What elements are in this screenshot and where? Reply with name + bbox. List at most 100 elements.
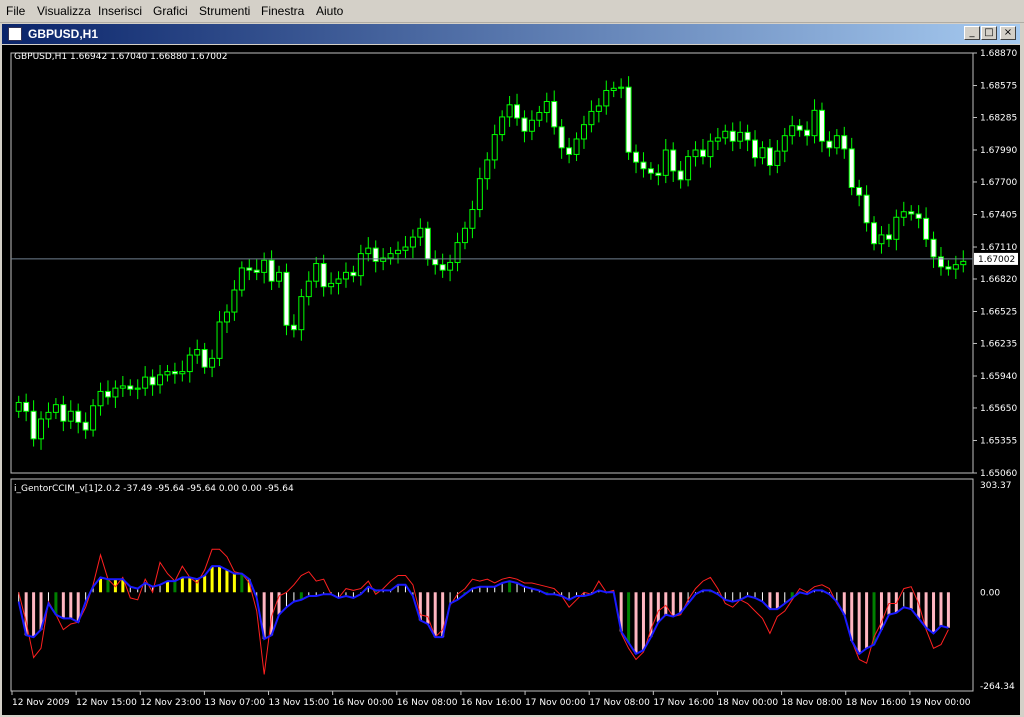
candle-body <box>194 349 201 356</box>
time-label: 12 Nov 2009 <box>12 698 70 708</box>
histogram-bar <box>641 592 645 651</box>
time-label: 19 Nov 00:00 <box>910 698 971 708</box>
candle-body <box>491 134 498 161</box>
histogram-bar <box>218 566 222 593</box>
candle-body <box>97 390 104 407</box>
candle-body <box>90 405 97 431</box>
histogram-bar <box>61 592 65 619</box>
candle-body <box>164 371 171 376</box>
candle-body <box>737 131 744 142</box>
candle-body <box>558 126 565 149</box>
minimize-button[interactable]: _ <box>964 26 980 40</box>
price-tick-label: 1.67700 <box>980 178 1017 188</box>
histogram-bar <box>508 581 512 593</box>
price-panel-frame <box>10 52 974 474</box>
histogram-bar <box>924 592 928 628</box>
candle-body <box>774 150 781 166</box>
time-label: 13 Nov 15:00 <box>269 698 330 708</box>
histogram-bar <box>165 581 169 593</box>
menu-visualizza[interactable]: Visualizza <box>37 4 91 18</box>
candle-body <box>759 147 766 159</box>
candle-body <box>387 253 394 259</box>
menu-finestra[interactable]: Finestra <box>261 4 304 18</box>
candle-body <box>908 211 915 215</box>
histogram-bar <box>903 592 905 608</box>
candle-body <box>142 376 149 389</box>
menu-grafici[interactable]: Grafici <box>153 4 188 18</box>
candle-body <box>662 149 669 176</box>
close-button[interactable]: × <box>1000 26 1016 40</box>
time-label: 18 Nov 16:00 <box>846 698 907 708</box>
candle-body <box>60 404 67 422</box>
price-tick-label: 1.65650 <box>980 404 1017 414</box>
signal-line <box>18 548 949 675</box>
candle-body <box>923 217 930 240</box>
candle-body <box>186 354 193 373</box>
candle-body <box>915 213 922 219</box>
candle-body <box>432 258 439 266</box>
candle-body <box>945 266 952 270</box>
price-tick-label: 1.68285 <box>980 113 1017 123</box>
candle-body <box>804 129 811 137</box>
candle-body <box>789 125 796 137</box>
candle-body <box>856 186 863 196</box>
candle-body <box>179 371 186 375</box>
candle-body <box>714 137 721 142</box>
candle-body <box>729 130 736 142</box>
histogram-bar <box>761 592 763 602</box>
candle-body <box>499 116 506 136</box>
menu-inserisci[interactable]: Inserisci <box>98 4 142 18</box>
price-tick-label: 1.65060 <box>980 469 1017 479</box>
restore-button[interactable]: □ <box>981 26 997 40</box>
candle-body <box>818 109 825 142</box>
indicator-panel <box>17 548 950 675</box>
candle-body <box>528 119 535 132</box>
menu-strumenti[interactable]: Strumenti <box>199 4 250 18</box>
candle-body <box>685 156 692 181</box>
candle-body <box>893 216 900 240</box>
histogram-bar <box>775 592 779 610</box>
candle-body <box>848 148 855 188</box>
indicator-header: i_GentorCCIM_v[1]2.0.2 -37.49 -95.64 -95… <box>14 484 294 494</box>
candle-body <box>342 271 349 280</box>
time-label: 12 Nov 23:00 <box>140 698 201 708</box>
time-label: 18 Nov 08:00 <box>782 698 843 708</box>
candle-body <box>238 267 245 291</box>
window-title: GBPUSD,H1 <box>28 27 99 41</box>
candle-body <box>841 135 848 150</box>
price-tick-label: 1.66525 <box>980 308 1017 318</box>
candle-body <box>476 178 483 211</box>
candle-body <box>157 374 164 386</box>
candle-body <box>744 131 751 141</box>
histogram-bar <box>656 592 660 623</box>
candle-body <box>618 86 625 89</box>
candle-body <box>216 321 223 359</box>
histogram-bar <box>732 592 734 602</box>
menu-aiuto[interactable]: Aiuto <box>316 4 343 18</box>
candle-body <box>261 259 268 273</box>
price-tick-label: 1.67405 <box>980 210 1017 220</box>
candle-body <box>276 271 283 282</box>
candle-body <box>134 387 141 390</box>
candle-body <box>298 296 305 331</box>
time-label: 16 Nov 16:00 <box>461 698 522 708</box>
candle-body <box>878 234 885 245</box>
candle-body <box>320 263 327 288</box>
menu-file[interactable]: File <box>6 4 25 18</box>
histogram-bar <box>210 566 214 593</box>
histogram-bar <box>768 592 772 610</box>
candle-body <box>551 101 558 128</box>
chart-window-icon <box>8 27 22 41</box>
candle-body <box>811 109 818 137</box>
histogram-bar <box>159 584 161 593</box>
candle-body <box>647 168 654 174</box>
chart-window-titlebar[interactable]: GBPUSD,H1 _ □ × <box>2 24 1020 44</box>
time-label: 17 Nov 16:00 <box>653 698 714 708</box>
price-tick-label: 1.66820 <box>980 275 1017 285</box>
price-tick-label: 1.68575 <box>980 82 1017 92</box>
candle-body <box>231 289 238 313</box>
menu-bar: File Visualizza Inserisci Grafici Strume… <box>0 0 1024 23</box>
histogram-bar <box>627 592 631 643</box>
candle-body <box>722 130 729 139</box>
chart-area[interactable]: 1.68870 1.68575 1.68285 1.67990 1.67700 1.674… <box>2 45 1020 715</box>
